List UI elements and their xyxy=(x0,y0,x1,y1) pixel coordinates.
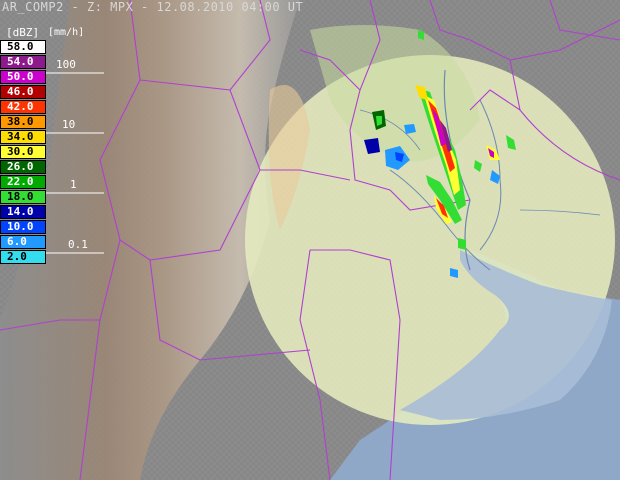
dbz-label: [dBZ] xyxy=(6,26,40,39)
rain-rate-units-label: [mm/h] xyxy=(48,27,85,38)
legend-swatch: 50.0 xyxy=(0,70,46,84)
legend-swatch: 14.0 xyxy=(0,205,46,219)
legend-swatch: 10.0 xyxy=(0,220,46,234)
map-title: AR_COMP2 - Z: MPX - 12.08.2010 04:00 UT xyxy=(2,0,304,14)
legend-swatch: 54.0 xyxy=(0,55,46,69)
rain-rate-label: 100 xyxy=(56,58,76,71)
rain-rate-label: 10 xyxy=(62,118,76,131)
dbz-color-legend: 58.0 54.0 50.0 46.0 42.0 38.0 34.0 30.0 26.0 22.0… xyxy=(0,40,46,265)
legend-swatch: 46.0 xyxy=(0,85,46,99)
legend-swatch: 30.0 xyxy=(0,145,46,159)
rain-rate-label: 1 xyxy=(70,178,77,191)
legend-swatch: 38.0 xyxy=(0,115,46,129)
legend-swatch: 58.0 xyxy=(0,40,46,54)
legend-swatch: 2.0 xyxy=(0,250,46,264)
legend-swatch: 26.0 xyxy=(0,160,46,174)
rain-rate-label: 0.1 xyxy=(68,238,88,251)
radar-map xyxy=(0,0,620,480)
legend-swatch: 18.0 xyxy=(0,190,46,204)
legend-swatch: 34.0 xyxy=(0,130,46,144)
legend-swatch: 6.0 xyxy=(0,235,46,249)
legend-swatch: 22.0 xyxy=(0,175,46,189)
legend-swatch: 42.0 xyxy=(0,100,46,114)
